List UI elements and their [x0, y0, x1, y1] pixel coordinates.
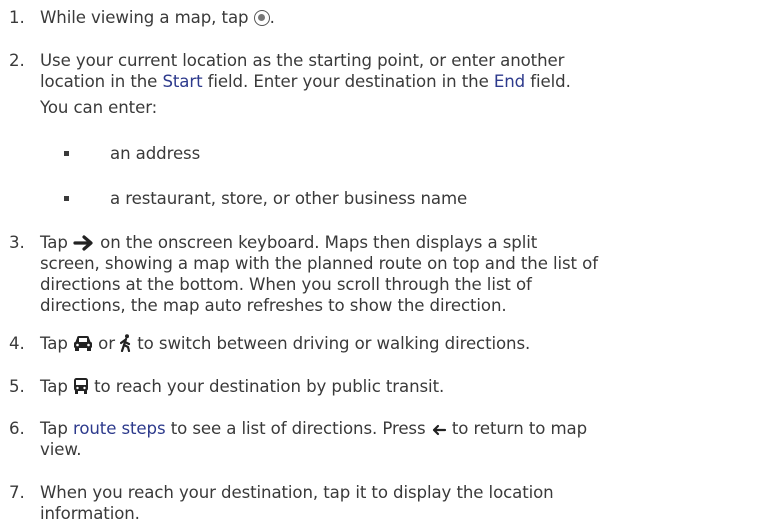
- step-number: 7.: [9, 483, 25, 502]
- route-steps-link[interactable]: route steps: [73, 419, 166, 438]
- step-2-subtext: You can enter:: [40, 98, 158, 117]
- step-number: 4.: [9, 334, 25, 353]
- step-text: Tap: [40, 377, 73, 396]
- back-arrow-icon: [432, 424, 446, 436]
- step-number: 2.: [9, 51, 25, 70]
- car-icon: [73, 336, 92, 351]
- bus-icon: [73, 378, 88, 394]
- directions-icon: [253, 10, 270, 26]
- step-text: Tap: [40, 233, 73, 252]
- instructions-page: 1. While viewing a map, tap . 2. Use you…: [0, 0, 764, 527]
- step-text: When you reach your destination, tap it …: [40, 483, 554, 502]
- walk-icon: [120, 334, 131, 352]
- step-number: 5.: [9, 377, 25, 396]
- start-field-label: Start: [162, 72, 203, 91]
- step-number: 1.: [9, 8, 25, 27]
- step-text: Tap: [40, 334, 73, 353]
- arrow-right-icon: [73, 235, 93, 251]
- end-field-label: End: [493, 72, 526, 91]
- step-number: 3.: [9, 233, 25, 252]
- step-text: While viewing a map, tap: [40, 8, 254, 27]
- bullet-icon: [64, 196, 69, 201]
- step-text: Use your current location as the startin…: [40, 51, 565, 70]
- step-text: Tap: [40, 419, 73, 438]
- bullet-icon: [64, 151, 69, 156]
- step-number: 6.: [9, 419, 25, 438]
